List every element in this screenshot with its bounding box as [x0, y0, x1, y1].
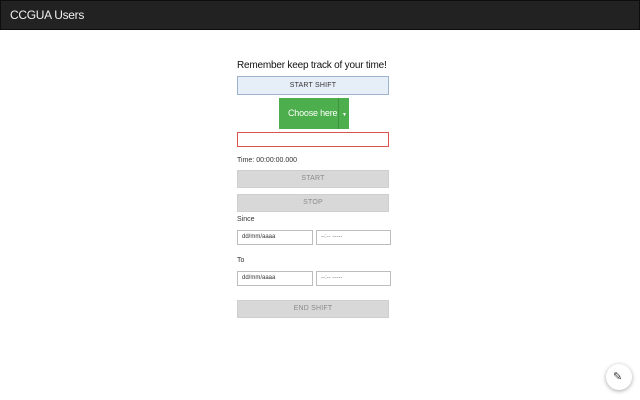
pencil-icon: ✎: [613, 371, 623, 383]
since-date-input[interactable]: dd/mm/aaaa: [237, 230, 313, 245]
time-value: 00:00:00.000: [256, 157, 298, 164]
caret-down-icon: ▼: [342, 112, 347, 118]
stop-button[interactable]: STOP: [237, 194, 389, 212]
to-label: To: [237, 257, 245, 264]
edit-fab-button[interactable]: ✎: [606, 364, 632, 390]
time-label: Time:: [237, 157, 255, 164]
choose-dropdown[interactable]: Choose here ▼: [279, 98, 349, 129]
time-readout: Time: 00:00:00.000: [237, 157, 297, 164]
start-shift-button[interactable]: START SHIFT: [237, 76, 389, 95]
top-navbar: CCGUA Users: [0, 0, 640, 30]
to-time-input[interactable]: --:-- -----: [316, 271, 391, 286]
end-shift-button[interactable]: END SHIFT: [237, 300, 389, 318]
dropdown-toggle[interactable]: ▼: [338, 98, 349, 129]
description-input[interactable]: [237, 132, 389, 147]
choose-dropdown-label: Choose here: [288, 108, 338, 118]
since-label: Since: [237, 216, 255, 223]
app-title[interactable]: CCGUA Users: [10, 8, 84, 22]
to-date-input[interactable]: dd/mm/aaaa: [237, 271, 313, 286]
reminder-text: Remember keep track of your time!: [237, 60, 387, 71]
since-time-input[interactable]: --:-- -----: [316, 230, 391, 245]
start-button[interactable]: START: [237, 170, 389, 188]
